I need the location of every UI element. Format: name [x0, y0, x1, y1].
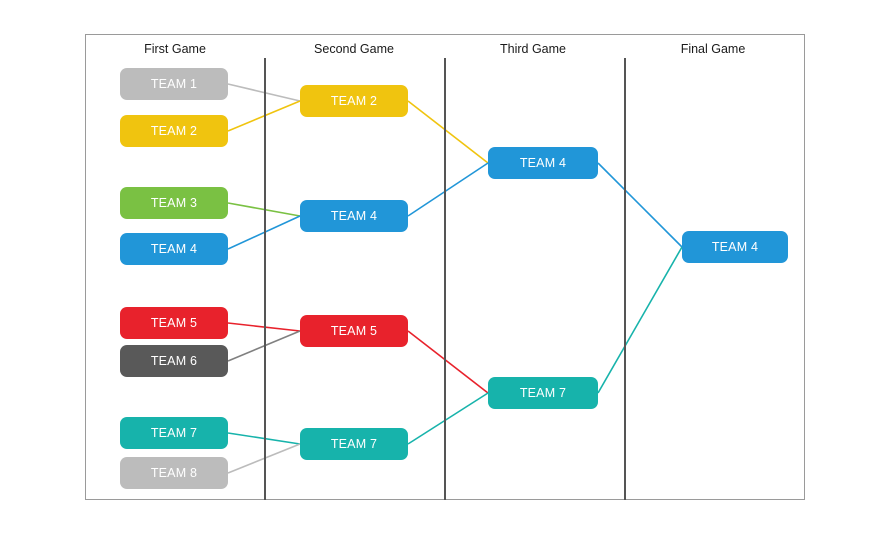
round-divider-third — [624, 58, 626, 500]
team-box-label: TEAM 4 — [150, 242, 198, 256]
team-box-label: TEAM 5 — [330, 324, 378, 338]
team-box-label: TEAM 7 — [150, 426, 198, 440]
team-box-label: TEAM 2 — [150, 124, 198, 138]
team-box-r4b1[interactable]: TEAM 4 — [682, 231, 788, 263]
team-box-r1b7[interactable]: TEAM 7 — [120, 417, 228, 449]
round-header-second: Second Game — [314, 42, 394, 56]
team-box-label: TEAM 1 — [150, 77, 198, 91]
team-box-r1b6[interactable]: TEAM 6 — [120, 345, 228, 377]
round-header-third: Third Game — [500, 42, 566, 56]
team-box-label: TEAM 7 — [330, 437, 378, 451]
connector-r3b1-to-r4b1 — [597, 162, 683, 248]
connector-r2b4-to-r3b2 — [407, 392, 489, 445]
team-box-r1b2[interactable]: TEAM 2 — [120, 115, 228, 147]
team-box-label: TEAM 3 — [150, 196, 198, 210]
connector-r2b1-to-r3b1 — [407, 100, 489, 164]
team-box-r1b4[interactable]: TEAM 4 — [120, 233, 228, 265]
team-box-label: TEAM 5 — [150, 316, 198, 330]
connector-r2b2-to-r3b1 — [407, 162, 489, 217]
team-box-r1b3[interactable]: TEAM 3 — [120, 187, 228, 219]
connector-r3b2-to-r4b1 — [597, 246, 683, 394]
round-header-first: First Game — [144, 42, 206, 56]
team-box-r3b1[interactable]: TEAM 4 — [488, 147, 598, 179]
team-box-label: TEAM 7 — [519, 386, 567, 400]
bracket-diagram: First Game Second Game Third Game Final Gam… — [0, 0, 895, 547]
round-divider-second — [444, 58, 446, 500]
round-header-final: Final Game — [680, 42, 746, 56]
team-box-label: TEAM 4 — [330, 209, 378, 223]
team-box-r1b8[interactable]: TEAM 8 — [120, 457, 228, 489]
team-box-r1b5[interactable]: TEAM 5 — [120, 307, 228, 339]
team-box-label: TEAM 2 — [330, 94, 378, 108]
round-divider-first — [264, 58, 266, 500]
team-box-label: TEAM 8 — [150, 466, 198, 480]
team-box-r1b1[interactable]: TEAM 1 — [120, 68, 228, 100]
team-box-r2b1[interactable]: TEAM 2 — [300, 85, 408, 117]
team-box-r3b2[interactable]: TEAM 7 — [488, 377, 598, 409]
team-box-r2b2[interactable]: TEAM 4 — [300, 200, 408, 232]
team-box-label: TEAM 4 — [711, 240, 759, 254]
team-box-r2b4[interactable]: TEAM 7 — [300, 428, 408, 460]
team-box-r2b3[interactable]: TEAM 5 — [300, 315, 408, 347]
connector-r2b3-to-r3b2 — [407, 330, 489, 394]
team-box-label: TEAM 6 — [150, 354, 198, 368]
team-box-label: TEAM 4 — [519, 156, 567, 170]
